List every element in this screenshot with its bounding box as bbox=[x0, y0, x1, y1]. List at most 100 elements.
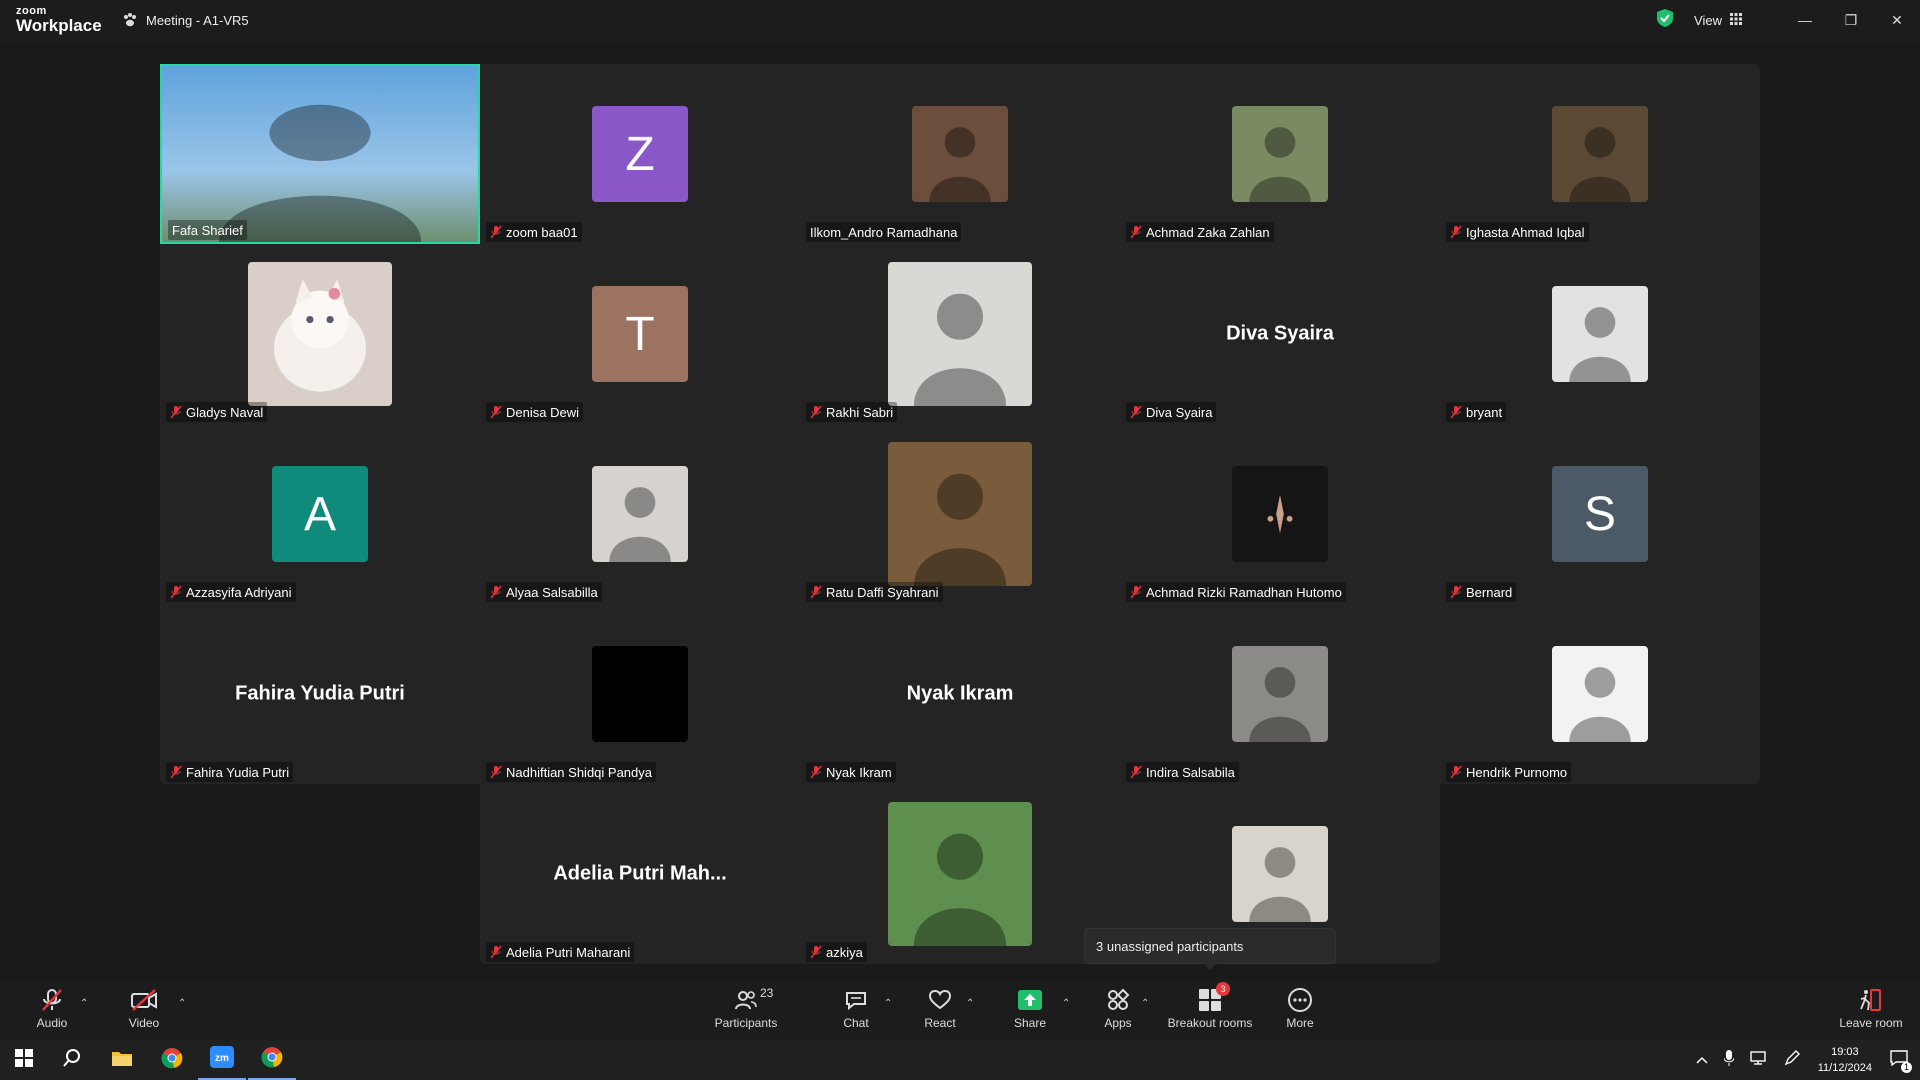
microphone-icon[interactable] bbox=[1723, 1049, 1735, 1071]
participant-name: Ilkom_Andro Ramadhana bbox=[810, 224, 958, 240]
participant-tile[interactable]: Indira Salsabila bbox=[1120, 604, 1440, 784]
apps-button[interactable]: Apps bbox=[1076, 986, 1160, 1036]
minimize-icon: — bbox=[1798, 12, 1812, 28]
participant-name-tag: Nyak Ikram bbox=[806, 762, 896, 782]
participant-tile[interactable]: Rakhi Sabri bbox=[800, 244, 1120, 424]
participant-name-tag: Ighasta Ahmad Iqbal bbox=[1446, 222, 1589, 242]
participant-tile[interactable]: Achmad Zaka Zahlan bbox=[1120, 64, 1440, 244]
mic-muted-icon bbox=[1130, 405, 1142, 419]
chrome-taskbar-button[interactable] bbox=[148, 1040, 196, 1080]
heart-icon bbox=[928, 986, 952, 1014]
react-caret-icon[interactable]: ⌃ bbox=[966, 998, 974, 1009]
view-label: View bbox=[1694, 12, 1722, 28]
participant-tile[interactable]: Diva Syaira Diva Syaira bbox=[1120, 244, 1440, 424]
participant-display-name: Fahira Yudia Putri bbox=[235, 682, 405, 705]
chrome-icon bbox=[161, 1047, 183, 1074]
participant-name-tag: Indira Salsabila bbox=[1126, 762, 1239, 782]
mic-muted-icon bbox=[490, 945, 502, 959]
title-bar: zoom Workplace Meeting - A1-VR5 View — ❐… bbox=[0, 0, 1920, 44]
meeting-title[interactable]: Meeting - A1-VR5 bbox=[122, 12, 249, 28]
chrome-taskbar-button-2[interactable] bbox=[248, 1040, 296, 1080]
zoom-taskbar-button[interactable]: zm bbox=[198, 1040, 246, 1080]
participant-name: Fahira Yudia Putri bbox=[186, 764, 290, 780]
apps-icon bbox=[1106, 986, 1130, 1014]
avatar-letter: A bbox=[272, 466, 368, 562]
audio-caret-icon[interactable]: ⌃ bbox=[80, 998, 88, 1009]
avatar-photo bbox=[888, 262, 1032, 406]
mic-muted-icon bbox=[1450, 765, 1462, 779]
participant-name: bryant bbox=[1466, 404, 1503, 420]
participant-name: Achmad Zaka Zahlan bbox=[1146, 224, 1270, 240]
avatar-photo bbox=[592, 466, 688, 562]
windows-taskbar: zm 19:03 11/12/2024 1 bbox=[0, 1040, 1920, 1080]
react-button[interactable]: React bbox=[898, 986, 982, 1036]
participant-tile[interactable]: azkiya bbox=[800, 784, 1120, 964]
notifications-icon[interactable]: 1 bbox=[1890, 1049, 1912, 1073]
view-button[interactable]: View bbox=[1694, 12, 1742, 28]
participant-tile[interactable]: T Denisa Dewi bbox=[480, 244, 800, 424]
participant-tile[interactable]: Alyaa Salsabilla bbox=[480, 424, 800, 604]
minimize-button[interactable]: — bbox=[1782, 0, 1828, 40]
participant-tile[interactable]: Nadhiftian Shidqi Pandya bbox=[480, 604, 800, 784]
apps-caret-icon[interactable]: ⌃ bbox=[1141, 998, 1149, 1009]
participant-tile[interactable]: Achmad Rizki Ramadhan Hutomo bbox=[1120, 424, 1440, 604]
video-caret-icon[interactable]: ⌃ bbox=[178, 998, 186, 1009]
participant-tile[interactable]: Adelia Putri Mah... Adelia Putri Maharani bbox=[480, 784, 800, 964]
avatar-photo bbox=[912, 106, 1008, 202]
close-button[interactable]: ✕ bbox=[1874, 0, 1920, 40]
share-caret-icon[interactable]: ⌃ bbox=[1062, 998, 1070, 1009]
participant-name: Achmad Rizki Ramadhan Hutomo bbox=[1146, 584, 1342, 600]
search-button[interactable] bbox=[48, 1040, 96, 1080]
pen-icon[interactable] bbox=[1784, 1049, 1800, 1071]
avatar-photo bbox=[888, 442, 1032, 586]
participant-tile[interactable]: Fafa Sharief bbox=[160, 64, 480, 244]
shield-icon[interactable] bbox=[1656, 8, 1674, 33]
participant-name-tag: Nadhiftian Shidqi Pandya bbox=[486, 762, 656, 782]
participant-tile[interactable]: Ratu Daffi Syahrani bbox=[800, 424, 1120, 604]
participant-tile[interactable]: Hendrik Purnomo bbox=[1440, 604, 1760, 784]
participant-tile[interactable]: bryant bbox=[1440, 244, 1760, 424]
start-button[interactable] bbox=[0, 1040, 48, 1080]
file-explorer-button[interactable] bbox=[98, 1040, 146, 1080]
restore-button[interactable]: ❐ bbox=[1828, 0, 1874, 40]
participant-tile[interactable]: Fahira Yudia Putri Fahira Yudia Putri bbox=[160, 604, 480, 784]
participant-tile[interactable]: Gladys Naval bbox=[160, 244, 480, 424]
participants-label: Participants bbox=[714, 1016, 778, 1030]
breakout-rooms-button[interactable]: 3 Breakout rooms bbox=[1158, 982, 1262, 1036]
share-button[interactable]: Share bbox=[988, 986, 1072, 1036]
participant-name: Alyaa Salsabilla bbox=[506, 584, 598, 600]
participant-tile[interactable]: Zzoom baa01 bbox=[480, 64, 800, 244]
mic-muted-icon bbox=[490, 405, 502, 419]
mic-muted-icon bbox=[1450, 405, 1462, 419]
participant-name-tag: Achmad Rizki Ramadhan Hutomo bbox=[1126, 582, 1346, 602]
app-logo: zoom Workplace bbox=[16, 6, 102, 35]
mic-muted-icon bbox=[1130, 765, 1142, 779]
participants-button[interactable]: 23 Participants bbox=[704, 986, 788, 1036]
leave-room-button[interactable]: Leave room bbox=[1826, 986, 1916, 1036]
participant-tile[interactable]: Ighasta Ahmad Iqbal bbox=[1440, 64, 1760, 244]
taskbar-clock[interactable]: 19:03 11/12/2024 bbox=[1818, 1044, 1872, 1076]
audio-button[interactable]: Audio bbox=[10, 986, 94, 1036]
mic-muted-icon bbox=[810, 945, 822, 959]
chat-button[interactable]: Chat bbox=[814, 986, 898, 1036]
participant-name-tag: Hendrik Purnomo bbox=[1446, 762, 1572, 782]
mic-muted-icon bbox=[810, 765, 822, 779]
logo-line-2: Workplace bbox=[16, 16, 102, 35]
participant-tile[interactable]: Nyak Ikram Nyak Ikram bbox=[800, 604, 1120, 784]
participant-count: 23 bbox=[760, 986, 774, 1000]
video-off-icon bbox=[130, 986, 158, 1014]
chevron-up-icon[interactable] bbox=[1696, 1051, 1708, 1069]
restore-icon: ❐ bbox=[1844, 11, 1858, 28]
participant-name: Ighasta Ahmad Iqbal bbox=[1466, 224, 1585, 240]
participant-tile[interactable]: Ilkom_Andro Ramadhana bbox=[800, 64, 1120, 244]
video-button[interactable]: Video bbox=[102, 986, 186, 1036]
chat-caret-icon[interactable]: ⌃ bbox=[884, 998, 892, 1009]
participant-name-tag: Ilkom_Andro Ramadhana bbox=[806, 222, 962, 242]
cat-photo-icon bbox=[248, 262, 392, 406]
network-icon[interactable] bbox=[1750, 1050, 1768, 1070]
participant-tile[interactable]: S Bernard bbox=[1440, 424, 1760, 604]
participant-name-tag: Fafa Sharief bbox=[168, 220, 247, 240]
participant-tile[interactable]: A Azzasyifa Adriyani bbox=[160, 424, 480, 604]
more-button[interactable]: More bbox=[1258, 986, 1342, 1036]
participant-name-tag: Adelia Putri Maharani bbox=[486, 942, 635, 962]
